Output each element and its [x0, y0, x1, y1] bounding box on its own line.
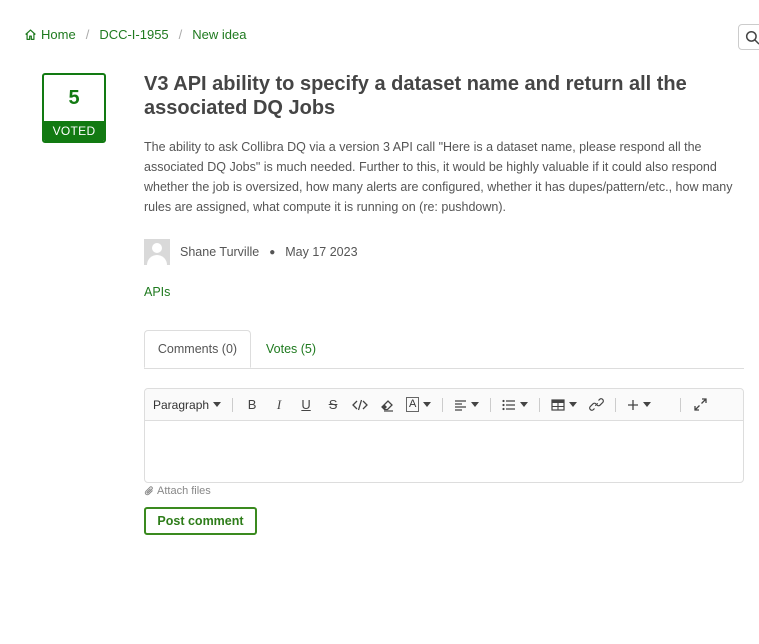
comment-editor: Paragraph B I U S A	[144, 388, 744, 483]
idea-title: V3 API ability to specify a dataset name…	[144, 73, 687, 119]
vote-button[interactable]: 5 VOTED	[42, 73, 106, 143]
italic-icon[interactable]: I	[271, 397, 287, 413]
author-name: Shane Turville	[180, 245, 260, 259]
paperclip-icon	[144, 486, 153, 496]
insert-dropdown[interactable]	[627, 399, 652, 411]
breadcrumb-separator: /	[85, 27, 90, 42]
breadcrumb-home[interactable]: Home	[24, 27, 76, 42]
home-icon	[25, 29, 36, 40]
strikethrough-icon[interactable]: S	[325, 397, 341, 413]
underline-icon[interactable]: U	[298, 397, 314, 413]
separator-dot: ●	[269, 246, 276, 258]
table-icon	[551, 398, 565, 411]
table-dropdown[interactable]	[551, 398, 578, 411]
chevron-down-icon	[569, 402, 578, 407]
post-comment-button[interactable]: Post comment	[144, 507, 257, 535]
paragraph-format-dropdown[interactable]: Paragraph	[153, 397, 222, 412]
toolbar-divider	[490, 397, 492, 412]
vote-status-label: VOTED	[44, 121, 104, 141]
tab-bar: Comments (0) Votes (5)	[144, 330, 744, 369]
breadcrumb-status[interactable]: New idea	[192, 27, 246, 42]
fullscreen-icon[interactable]	[692, 397, 708, 413]
eraser-icon[interactable]	[379, 397, 395, 413]
attach-files-link[interactable]: Attach files	[144, 485, 211, 497]
avatar	[144, 239, 170, 265]
idea-description: The ability to ask Collibra DQ via a ver…	[144, 140, 733, 214]
font-color-icon: A	[406, 397, 420, 412]
tab-votes[interactable]: Votes (5)	[254, 330, 328, 368]
category-link[interactable]: APIs	[144, 285, 170, 299]
breadcrumb: Home / DCC-I-1955 / New idea	[24, 27, 247, 42]
toolbar-divider	[232, 397, 234, 412]
post-date: May 17 2023	[285, 245, 358, 259]
font-color-dropdown[interactable]: A	[406, 397, 432, 412]
comment-text-area[interactable]	[145, 421, 743, 483]
breadcrumb-project[interactable]: DCC-I-1955	[99, 27, 168, 42]
bulleted-list-icon	[502, 399, 516, 410]
toolbar-divider	[615, 397, 617, 412]
attach-files-label: Attach files	[157, 485, 211, 497]
breadcrumb-home-label: Home	[41, 27, 76, 42]
list-dropdown[interactable]	[502, 399, 529, 411]
alignment-dropdown[interactable]	[454, 399, 480, 411]
chevron-down-icon	[423, 402, 432, 407]
code-icon[interactable]	[352, 397, 368, 413]
toolbar-divider	[680, 397, 682, 412]
align-left-icon	[455, 399, 467, 411]
chevron-down-icon	[643, 402, 652, 407]
paragraph-format-label: Paragraph	[153, 397, 210, 412]
link-icon[interactable]	[588, 397, 604, 413]
chevron-down-icon	[213, 402, 222, 407]
tab-comments[interactable]: Comments (0)	[144, 330, 251, 368]
chevron-down-icon	[471, 402, 480, 407]
author-row: Shane Turville ● May 17 2023	[144, 239, 358, 265]
breadcrumb-separator: /	[178, 27, 183, 42]
toolbar-divider	[442, 397, 444, 412]
toolbar-divider	[539, 397, 541, 412]
search-button[interactable]	[738, 24, 759, 50]
chevron-down-icon	[520, 402, 529, 407]
bold-icon[interactable]: B	[244, 397, 260, 413]
vote-count: 5	[68, 86, 80, 109]
plus-icon	[628, 399, 639, 410]
editor-toolbar: Paragraph B I U S A	[145, 389, 743, 421]
search-icon	[745, 30, 759, 44]
